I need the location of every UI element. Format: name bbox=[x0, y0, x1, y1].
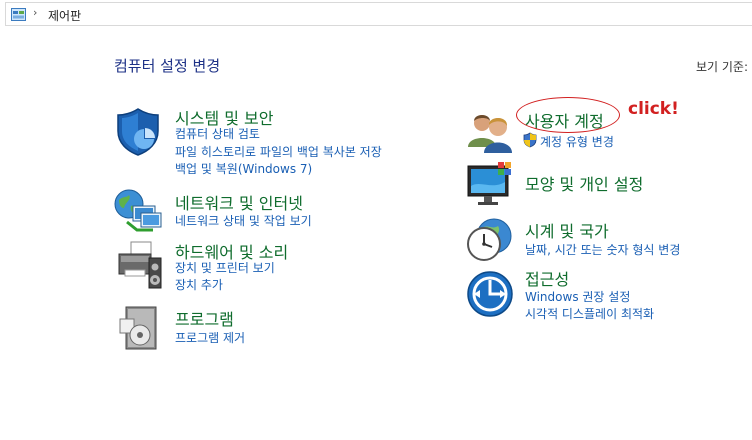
category-programs[interactable]: 프로그램 bbox=[175, 306, 234, 330]
accessibility-icon[interactable] bbox=[466, 270, 514, 318]
users-icon[interactable] bbox=[466, 109, 514, 153]
appearance-icon[interactable] bbox=[466, 160, 516, 206]
printer-icon[interactable] bbox=[113, 240, 163, 292]
category-network-internet[interactable]: 네트워크 및 인터넷 bbox=[175, 190, 303, 214]
programs-icon[interactable] bbox=[118, 303, 160, 351]
link-uninstall-program[interactable]: 프로그램 제거 bbox=[175, 329, 245, 346]
category-appearance-personalization[interactable]: 모양 및 개인 설정 bbox=[525, 171, 643, 195]
page-title: 컴퓨터 설정 변경 bbox=[114, 57, 221, 75]
uac-shield-icon bbox=[523, 132, 537, 148]
breadcrumb-separator: › bbox=[33, 6, 38, 19]
control-panel-icon bbox=[11, 8, 26, 21]
annotation-click-label: click! bbox=[628, 99, 679, 119]
breadcrumb-location[interactable]: 제어판 bbox=[48, 7, 81, 24]
link-windows-recommended-settings[interactable]: Windows 권장 설정 bbox=[525, 288, 630, 305]
link-change-date-time-format[interactable]: 날짜, 시간 또는 숫자 형식 변경 bbox=[525, 241, 680, 258]
address-bar[interactable]: › 제어판 bbox=[5, 2, 752, 26]
link-backup-restore[interactable]: 백업 및 복원(Windows 7) bbox=[175, 160, 312, 177]
link-review-computer-status[interactable]: 컴퓨터 상태 검토 bbox=[175, 125, 260, 142]
link-change-account-type[interactable]: 계정 유형 변경 bbox=[540, 133, 614, 150]
network-icon[interactable] bbox=[113, 186, 163, 234]
link-file-history-backup[interactable]: 파일 히스토리로 파일의 백업 복사본 저장 bbox=[175, 143, 382, 160]
link-optimize-visual-display[interactable]: 시각적 디스플레이 최적화 bbox=[525, 305, 654, 322]
link-network-status[interactable]: 네트워크 상태 및 작업 보기 bbox=[175, 212, 312, 229]
view-by-label: 보기 기준: bbox=[696, 60, 749, 74]
shield-icon[interactable] bbox=[114, 107, 162, 157]
link-add-device[interactable]: 장치 추가 bbox=[175, 276, 223, 293]
category-clock-region[interactable]: 시계 및 국가 bbox=[525, 218, 609, 242]
clock-globe-icon[interactable] bbox=[464, 216, 514, 264]
category-ease-of-access[interactable]: 접근성 bbox=[525, 266, 569, 290]
link-devices-printers[interactable]: 장치 및 프린터 보기 bbox=[175, 259, 275, 276]
annotation-highlight-ellipse bbox=[516, 97, 620, 133]
